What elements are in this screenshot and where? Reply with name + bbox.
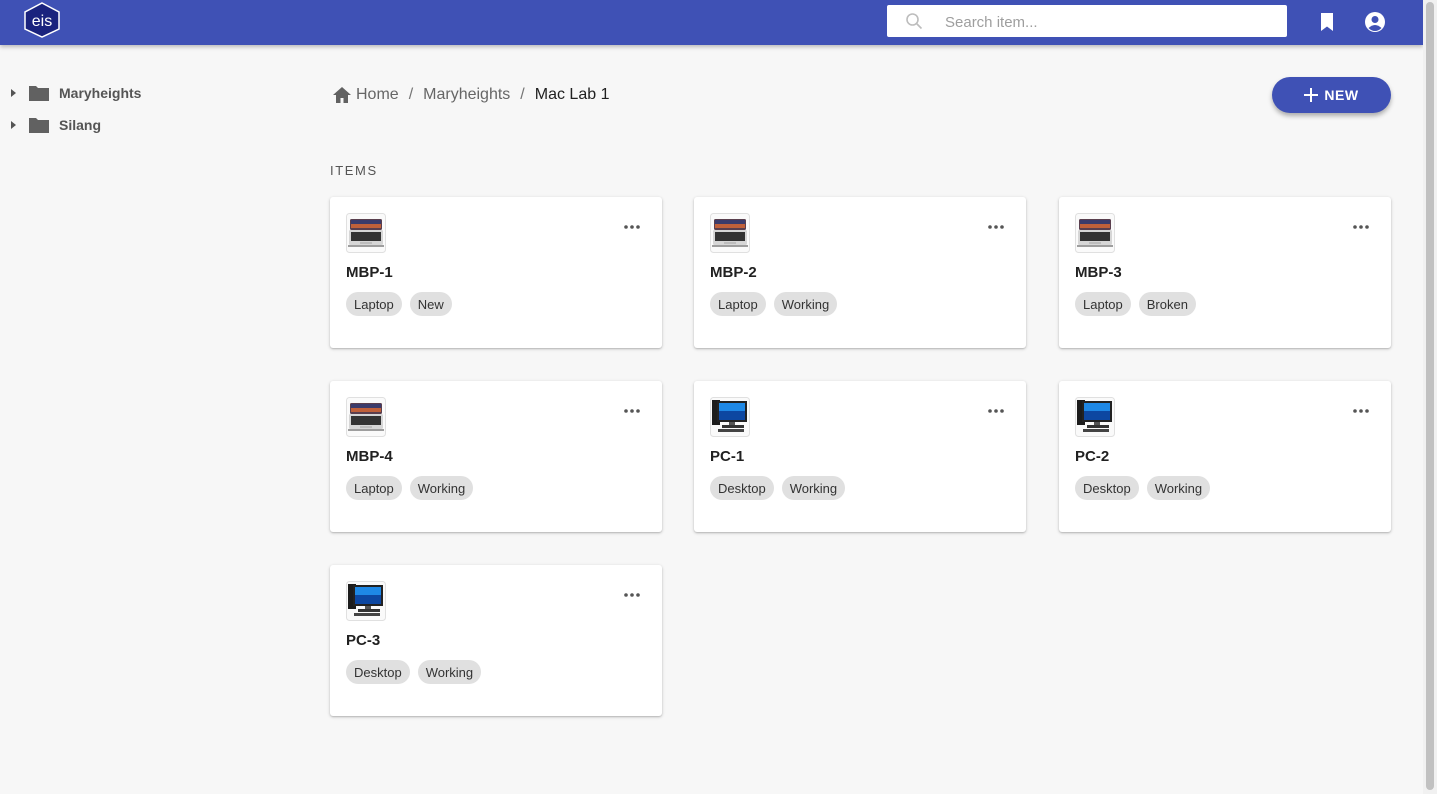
item-card[interactable]: PC-1 Desktop Working <box>694 381 1026 532</box>
item-card[interactable]: PC-2 Desktop Working <box>1059 381 1391 532</box>
account-circle-icon[interactable] <box>1363 10 1387 34</box>
sidebar-item-label: Silang <box>59 117 102 133</box>
tag-chip: Laptop <box>710 292 766 316</box>
sidebar-item-label: Maryheights <box>59 85 142 101</box>
tag-chip: Laptop <box>346 292 402 316</box>
breadcrumb-separator: / <box>408 86 414 103</box>
breadcrumb-parent[interactable]: Maryheights <box>423 86 510 104</box>
tag-chip: Laptop <box>346 476 402 500</box>
search-box[interactable] <box>887 5 1287 39</box>
tag-list: Desktop Working <box>1075 476 1218 500</box>
item-card[interactable]: MBP-2 Laptop Working <box>694 197 1026 348</box>
more-horiz-icon[interactable] <box>986 221 1006 233</box>
plus-icon <box>1304 88 1319 102</box>
tag-chip: Desktop <box>1075 476 1139 500</box>
home-icon <box>333 87 351 103</box>
folder-icon <box>29 118 49 133</box>
caret-right-icon[interactable] <box>8 119 20 131</box>
laptop-icon <box>346 397 386 437</box>
tag-chip: Desktop <box>710 476 774 500</box>
more-horiz-icon[interactable] <box>1351 221 1371 233</box>
desktop-icon <box>346 581 386 621</box>
breadcrumb: Home / Maryheights / Mac Lab 1 <box>332 83 609 107</box>
item-name: PC-3 <box>346 632 381 649</box>
tag-list: Laptop Working <box>710 292 845 316</box>
item-name: MBP-1 <box>346 264 393 281</box>
item-name: PC-2 <box>1075 448 1110 465</box>
breadcrumb-separator: / <box>520 86 525 103</box>
app-bar: eis <box>0 0 1423 45</box>
tag-chip: Broken <box>1138 292 1196 316</box>
tag-list: Desktop Working <box>710 476 853 500</box>
tag-chip: Working <box>773 292 838 316</box>
laptop-icon <box>1075 213 1115 253</box>
more-horiz-icon[interactable] <box>622 405 642 417</box>
tag-chip: New <box>409 292 452 316</box>
section-label: ITEMS <box>330 163 378 178</box>
item-card[interactable]: MBP-3 Laptop Broken <box>1059 197 1391 348</box>
tag-chip: Working <box>1146 476 1211 500</box>
item-card[interactable]: PC-3 Desktop Working <box>330 565 662 716</box>
laptop-icon <box>346 213 386 253</box>
desktop-icon <box>710 397 750 437</box>
tag-list: Laptop New <box>346 292 460 316</box>
item-name: MBP-3 <box>1075 264 1122 281</box>
breadcrumb-home[interactable]: Home <box>332 86 399 104</box>
new-button-label: NEW <box>1324 87 1359 103</box>
more-horiz-icon[interactable] <box>622 221 642 233</box>
tag-chip: Working <box>409 476 474 500</box>
page-scrollbar[interactable] <box>1423 0 1437 794</box>
item-name: PC-1 <box>710 448 745 465</box>
folder-icon <box>29 86 49 101</box>
eis-logo[interactable]: eis <box>22 2 62 38</box>
item-name: MBP-4 <box>346 448 393 465</box>
tag-chip: Desktop <box>346 660 410 684</box>
more-horiz-icon[interactable] <box>622 589 642 601</box>
sidebar-item-maryheights[interactable]: Maryheights <box>8 82 141 104</box>
more-horiz-icon[interactable] <box>1351 405 1371 417</box>
scrollbar-thumb[interactable] <box>1426 2 1434 790</box>
search-icon <box>906 13 923 30</box>
laptop-icon <box>710 213 750 253</box>
desktop-icon <box>1075 397 1115 437</box>
breadcrumb-home-label[interactable]: Home <box>356 86 399 104</box>
bookmark-icon[interactable] <box>1315 10 1339 34</box>
tag-list: Desktop Working <box>346 660 489 684</box>
tag-chip: Working <box>417 660 482 684</box>
more-horiz-icon[interactable] <box>986 405 1006 417</box>
item-card[interactable]: MBP-4 Laptop Working <box>330 381 662 532</box>
sidebar-item-silang[interactable]: Silang <box>8 114 101 136</box>
tag-list: Laptop Working <box>346 476 481 500</box>
new-button[interactable]: NEW <box>1272 77 1391 113</box>
tag-list: Laptop Broken <box>1075 292 1204 316</box>
caret-right-icon[interactable] <box>8 87 20 99</box>
tag-chip: Working <box>781 476 846 500</box>
breadcrumb-current: Mac Lab 1 <box>534 86 610 103</box>
item-name: MBP-2 <box>710 264 757 281</box>
search-input[interactable] <box>943 5 1277 39</box>
logo-text: eis <box>32 13 52 30</box>
item-card[interactable]: MBP-1 Laptop New <box>330 197 662 348</box>
tag-chip: Laptop <box>1075 292 1131 316</box>
